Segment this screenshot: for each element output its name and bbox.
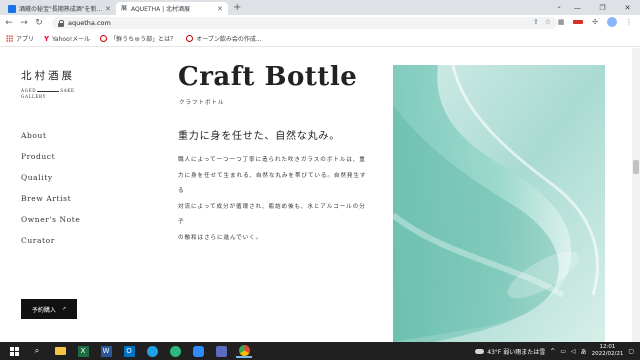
page-favicon-icon: [8, 4, 16, 13]
nav-item-quality[interactable]: Quality: [21, 173, 80, 194]
reserve-label: 予約購入: [31, 306, 56, 314]
word-icon[interactable]: W: [98, 344, 114, 358]
clock-date: 2022/02/21: [591, 351, 624, 357]
weather-cloud-icon: [475, 348, 485, 354]
tab-title: AQUETHA | 北村酒展: [131, 6, 191, 13]
close-icon[interactable]: ✕: [216, 5, 224, 13]
nav-item-curator[interactable]: Curator: [21, 236, 80, 257]
bookmark-label: オープン飲み会の作成...: [196, 36, 262, 43]
site-nav: About Product Quality Brew Artist Owner'…: [21, 131, 80, 257]
site-icon: [186, 35, 194, 42]
logo-sub-left: AGED: [21, 88, 37, 93]
logo-sub-bottom: GALLERY: [21, 94, 46, 99]
body-line: の融和はさらに進んでいく。: [178, 234, 263, 241]
new-tab-button[interactable]: +: [233, 2, 241, 14]
glass-bottle-photo: [393, 65, 605, 342]
share-icon[interactable]: ⇪: [533, 18, 539, 26]
forward-arrow-icon[interactable]: →: [18, 17, 30, 29]
logo-sub-right: SAKE: [60, 88, 75, 93]
back-arrow-icon[interactable]: ←: [3, 17, 15, 29]
extensions-puzzle-icon[interactable]: ✣: [590, 17, 600, 27]
taskbar-clock[interactable]: 12:01 2022/02/21: [592, 344, 624, 358]
notification-icon[interactable]: ▢: [628, 348, 634, 355]
bookmark-star-icon[interactable]: ☆: [545, 18, 551, 26]
chrome-icon[interactable]: [236, 344, 252, 358]
edge-icon[interactable]: [144, 344, 160, 358]
tray-chevron-icon[interactable]: ^: [550, 348, 555, 355]
volume-icon[interactable]: ◁: [571, 348, 576, 355]
close-window-button[interactable]: ✕: [615, 0, 640, 15]
glass-bottle-image: [393, 65, 605, 342]
extension-icon[interactable]: ▦: [556, 17, 566, 27]
tab-aquetha[interactable]: 展 AQUETHA | 北村酒展 ✕: [116, 2, 228, 15]
bookmark-uchu-bu[interactable]: 「鮮うちゅう部」とは？: [100, 34, 176, 43]
bookmark-label: 「鮮うちゅう部」とは？: [110, 36, 177, 43]
body-line: 職人によって一つ一つ丁寧に造られた吹きガラスのボトルは、重: [178, 157, 366, 163]
extension-flag-icon[interactable]: [573, 20, 583, 24]
close-icon[interactable]: ✕: [104, 5, 112, 13]
file-explorer-icon[interactable]: [52, 344, 68, 358]
weather-text: 43°F 弱い雨または雪: [487, 348, 546, 356]
edge-dev-icon[interactable]: [167, 344, 183, 358]
yahoo-icon: Y: [44, 34, 50, 43]
tab-title: 酒蔵の秘宝"長期熟成酒"を新発売!: [19, 6, 104, 13]
logo-subtitle: AGED SAKE GALLERY: [21, 88, 75, 100]
browser-toolbar: ← → ↻ aquetha.com ⇪ ☆ ▦ ✣ ⋮: [0, 15, 640, 31]
bookmarks-bar: アプリ Y Yahoo!メール 「鮮うちゅう部」とは？ オープン飲み会の作成..…: [0, 31, 640, 47]
maximize-button[interactable]: ❐: [590, 0, 615, 15]
outlook-icon[interactable]: O: [121, 344, 137, 358]
clock-time: 12:01: [599, 344, 616, 350]
zoom-icon[interactable]: [190, 344, 206, 358]
nav-item-product[interactable]: Product: [21, 152, 80, 173]
logo-rule: [37, 90, 60, 92]
nav-item-about[interactable]: About: [21, 131, 80, 152]
windows-taskbar: ⌕ X W O 43°F 弱い雨または雪 ^ ▭ ◁ あ 12:01 2022/…: [0, 342, 640, 360]
body-line: 力に身を任せて生まれる、自然な丸みを帯びている。自然発生する: [178, 172, 367, 195]
page-scrollbar[interactable]: [632, 48, 640, 342]
bookmark-yahoo-mail[interactable]: Y Yahoo!メール: [44, 34, 91, 44]
windows-start-icon[interactable]: [6, 344, 22, 358]
tab-sake-news[interactable]: 酒蔵の秘宝"長期熟成酒"を新発売! ✕: [4, 2, 116, 15]
section-subtitle: クラフトボトル: [179, 100, 225, 106]
body-paragraph: 職人によって一つ一つ丁寧に造られた吹きガラスのボトルは、重 力に身を任せて生まれ…: [178, 153, 370, 246]
site-icon: [100, 35, 108, 42]
profile-avatar[interactable]: [607, 17, 617, 27]
logo-main-text: 北村酒展: [21, 70, 75, 82]
reserve-purchase-button[interactable]: 予約購入 ↗: [21, 299, 77, 319]
ime-indicator[interactable]: あ: [581, 347, 587, 356]
external-link-icon: ↗: [61, 306, 67, 312]
tab-search-icon[interactable]: ⌄: [556, 2, 562, 10]
excel-icon[interactable]: X: [75, 344, 91, 358]
section-title: Craft Bottle: [178, 62, 358, 92]
scrollbar-thumb[interactable]: [633, 160, 639, 174]
system-tray: 43°F 弱い雨または雪 ^ ▭ ◁ あ 12:01 2022/02/21 ▢: [475, 342, 634, 360]
window-controls: — ❐ ✕: [565, 0, 640, 15]
lock-icon[interactable]: [58, 20, 64, 27]
bookmark-open-nomikai[interactable]: オープン飲み会の作成...: [186, 34, 262, 43]
body-line: 対流によって成分が循環され、瓶詰め後も、水とアルコールの分子: [178, 203, 366, 226]
bookmark-label: Yahoo!メール: [52, 36, 91, 43]
app-icon[interactable]: [213, 344, 229, 358]
web-page: 北村酒展 AGED SAKE GALLERY About Product Qual…: [0, 48, 640, 342]
site-favicon-icon: 展: [120, 4, 128, 13]
reload-icon[interactable]: ↻: [33, 17, 45, 29]
bookmark-apps[interactable]: アプリ: [6, 34, 34, 43]
catchphrase: 重力に身を任せた、自然な丸み。: [178, 131, 340, 142]
nav-item-brew-artist[interactable]: Brew Artist: [21, 194, 80, 215]
apps-grid-icon: [6, 35, 13, 42]
bookmark-label: アプリ: [16, 36, 35, 43]
site-logo[interactable]: 北村酒展 AGED SAKE GALLERY: [21, 68, 75, 100]
network-icon[interactable]: ▭: [560, 348, 566, 355]
search-icon[interactable]: ⌕: [29, 344, 45, 358]
address-bar[interactable]: aquetha.com ⇪ ☆: [52, 17, 557, 29]
tab-strip: 酒蔵の秘宝"長期熟成酒"を新発売! ✕ 展 AQUETHA | 北村酒展 ✕ +…: [0, 0, 640, 15]
url-text: aquetha.com: [68, 19, 111, 27]
minimize-button[interactable]: —: [565, 0, 590, 15]
menu-kebab-icon[interactable]: ⋮: [624, 17, 634, 27]
nav-item-owners-note[interactable]: Owner's Note: [21, 215, 80, 236]
weather-widget[interactable]: 43°F 弱い雨または雪: [475, 347, 545, 356]
